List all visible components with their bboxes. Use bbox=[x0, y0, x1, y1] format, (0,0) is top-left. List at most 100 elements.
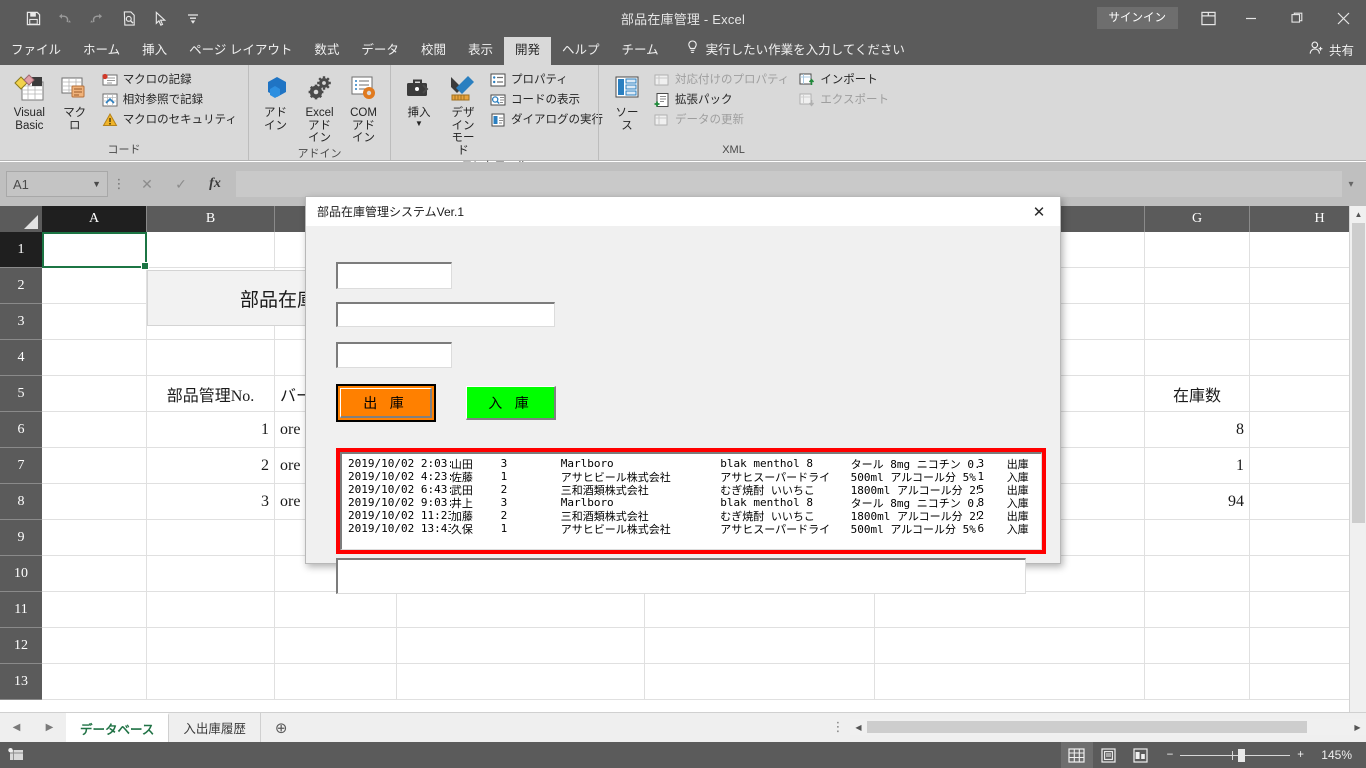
sign-in-button[interactable]: サインイン bbox=[1096, 7, 1178, 29]
normal-view-button[interactable] bbox=[1060, 742, 1093, 768]
cell-g3[interactable] bbox=[1145, 304, 1250, 340]
vertical-scrollbar[interactable]: ▲ bbox=[1349, 206, 1366, 712]
insert-function-button[interactable]: fx bbox=[198, 176, 232, 192]
share-button[interactable]: 共有 bbox=[1309, 40, 1354, 59]
cell-a3[interactable] bbox=[42, 304, 147, 340]
properties-button[interactable]: プロパティ bbox=[485, 70, 608, 90]
zoom-slider[interactable]: − + bbox=[1157, 748, 1314, 762]
macro-security-button[interactable]: マクロのセキュリティ bbox=[97, 110, 242, 130]
xml-source-button[interactable]: ソース bbox=[605, 68, 649, 135]
row-header-7[interactable]: 7 bbox=[0, 448, 42, 484]
scroll-up-icon[interactable]: ▲ bbox=[1350, 206, 1366, 223]
sheet-nav-prev-icon[interactable]: ◀ bbox=[13, 722, 21, 733]
com-addins-button[interactable]: COM アドイン bbox=[342, 68, 386, 148]
scroll-split-handle[interactable]: ⋮ bbox=[826, 719, 850, 735]
select-all-corner[interactable] bbox=[0, 206, 42, 232]
tab-review[interactable]: 校閲 bbox=[410, 37, 457, 65]
cell-a5[interactable] bbox=[42, 376, 147, 412]
shukko-button[interactable]: 出 庫 bbox=[336, 384, 436, 422]
excel-addins-button[interactable]: Excel アドイン bbox=[298, 68, 342, 148]
row-header-3[interactable]: 3 bbox=[0, 304, 42, 340]
tab-insert[interactable]: 挿入 bbox=[131, 37, 178, 65]
formula-bar-expand-icon[interactable]: ▾ bbox=[1342, 179, 1360, 190]
row-header-2[interactable]: 2 bbox=[0, 268, 42, 304]
row-header-12[interactable]: 12 bbox=[0, 628, 42, 664]
cell-b13[interactable] bbox=[147, 664, 275, 700]
tab-view[interactable]: 表示 bbox=[457, 37, 504, 65]
tab-data[interactable]: データ bbox=[350, 37, 410, 65]
row-header-13[interactable]: 13 bbox=[0, 664, 42, 700]
row-header-4[interactable]: 4 bbox=[0, 340, 42, 376]
page-break-preview-button[interactable] bbox=[1125, 742, 1157, 768]
tab-team[interactable]: チーム bbox=[611, 37, 670, 65]
cell-f11[interactable] bbox=[875, 592, 1145, 628]
cell-a11[interactable] bbox=[42, 592, 147, 628]
cell-d13[interactable] bbox=[397, 664, 645, 700]
design-mode-button[interactable]: デザイン モード bbox=[441, 68, 485, 160]
record-macro-button[interactable]: マクロの記録 bbox=[97, 70, 242, 90]
cell-b7[interactable]: 2 bbox=[147, 448, 275, 484]
cell-b12[interactable] bbox=[147, 628, 275, 664]
close-button[interactable] bbox=[1320, 0, 1366, 36]
cell-e13[interactable] bbox=[645, 664, 875, 700]
tab-page-layout[interactable]: ページ レイアウト bbox=[178, 37, 303, 65]
row-header-8[interactable]: 8 bbox=[0, 484, 42, 520]
cell-b6[interactable]: 1 bbox=[147, 412, 275, 448]
row-header-1[interactable]: 1 bbox=[0, 232, 42, 268]
import-button[interactable]: インポート bbox=[794, 70, 894, 90]
cell-a7[interactable] bbox=[42, 448, 147, 484]
cell-c11[interactable] bbox=[275, 592, 397, 628]
formula-bar-expand-handle[interactable]: ⋮ bbox=[108, 176, 130, 192]
scroll-left-icon[interactable]: ◀ bbox=[850, 719, 867, 735]
cell-g4[interactable] bbox=[1145, 340, 1250, 376]
cell-g5[interactable]: 在庫数 bbox=[1145, 376, 1250, 412]
cell-c13[interactable] bbox=[275, 664, 397, 700]
insert-control-button[interactable]: 挿入 ▼ bbox=[397, 68, 441, 131]
column-header-a[interactable]: A bbox=[42, 206, 147, 232]
cell-b4[interactable] bbox=[147, 340, 275, 376]
zoom-level-label[interactable]: 145% bbox=[1314, 748, 1366, 762]
minimize-button[interactable] bbox=[1228, 0, 1274, 36]
cell-b9[interactable] bbox=[147, 520, 275, 556]
cell-a6[interactable] bbox=[42, 412, 147, 448]
horizontal-scroll-track[interactable]: ◀ ▶ bbox=[850, 719, 1366, 735]
cell-d11[interactable] bbox=[397, 592, 645, 628]
scroll-right-icon[interactable]: ▶ bbox=[1349, 719, 1366, 735]
row-header-11[interactable]: 11 bbox=[0, 592, 42, 628]
cell-a4[interactable] bbox=[42, 340, 147, 376]
list-item[interactable]: 2019/10/02 13:43:47 久保 1 アサヒビール株式会社 アサヒス… bbox=[342, 522, 1041, 536]
dialog-bottom-textbox[interactable] bbox=[336, 558, 1026, 594]
page-layout-view-button[interactable] bbox=[1093, 742, 1125, 768]
cell-a1[interactable] bbox=[42, 232, 147, 268]
cell-a8[interactable] bbox=[42, 484, 147, 520]
tab-home[interactable]: ホーム bbox=[72, 37, 131, 65]
tab-developer[interactable]: 開発 bbox=[503, 37, 551, 65]
cell-a12[interactable] bbox=[42, 628, 147, 664]
view-code-button[interactable]: コードの表示 bbox=[485, 90, 608, 110]
row-header-9[interactable]: 9 bbox=[0, 520, 42, 556]
name-box[interactable]: A1 ▼ bbox=[6, 171, 108, 197]
cell-g11[interactable] bbox=[1145, 592, 1250, 628]
textbox-product[interactable] bbox=[336, 302, 555, 327]
vertical-scroll-thumb[interactable] bbox=[1352, 223, 1365, 523]
addins-button[interactable]: アド イン bbox=[254, 68, 298, 135]
cell-g7[interactable]: 1 bbox=[1145, 448, 1250, 484]
textbox-barcode[interactable] bbox=[336, 262, 452, 289]
cell-g2[interactable] bbox=[1145, 268, 1250, 304]
cell-f12[interactable] bbox=[875, 628, 1145, 664]
cell-a13[interactable] bbox=[42, 664, 147, 700]
row-header-10[interactable]: 10 bbox=[0, 556, 42, 592]
cell-f13[interactable] bbox=[875, 664, 1145, 700]
expansion-packs-button[interactable]: 拡張パック bbox=[649, 90, 794, 110]
cell-d12[interactable] bbox=[397, 628, 645, 664]
dialog-close-icon[interactable]: ✕ bbox=[1018, 197, 1060, 226]
macro-record-status-icon[interactable] bbox=[8, 747, 24, 764]
formula-input[interactable] bbox=[236, 171, 1342, 197]
cell-a10[interactable] bbox=[42, 556, 147, 592]
zoom-slider-track[interactable] bbox=[1180, 748, 1291, 762]
cell-a2[interactable] bbox=[42, 268, 147, 304]
tell-me-box[interactable]: 実行したい作業を入力してください bbox=[670, 33, 913, 65]
nyuko-button[interactable]: 入 庫 bbox=[466, 386, 556, 420]
cell-a9[interactable] bbox=[42, 520, 147, 556]
use-relative-references-button[interactable]: 相対参照で記録 bbox=[97, 90, 242, 110]
